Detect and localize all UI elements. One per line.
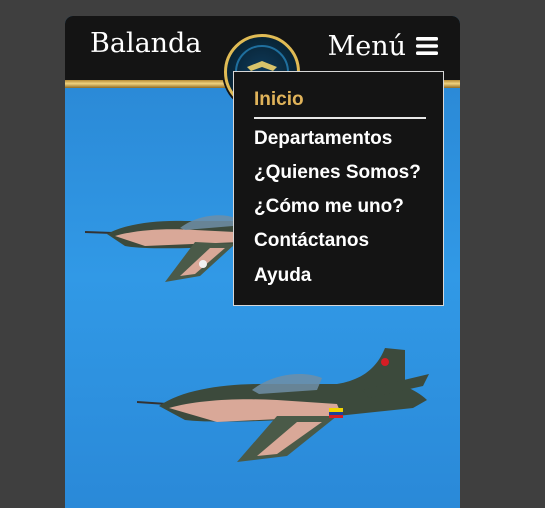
active-item-underline [254,117,426,119]
menu-toggle-button[interactable]: Menú [328,28,438,64]
nav-item-como-me-uno[interactable]: ¿Cómo me uno? [254,196,404,218]
nav-item-quienes-somos[interactable]: ¿Quienes Somos? [254,162,421,184]
nav-item-departamentos[interactable]: Departamentos [254,128,392,150]
nav-item-contactanos[interactable]: Contáctanos [254,230,369,252]
nav-item-ayuda[interactable]: Ayuda [254,265,311,287]
jet-aircraft-image [137,348,429,462]
menu-label: Menú [327,30,406,62]
hamburger-icon [416,37,438,55]
brand-title[interactable]: Balanda [90,28,201,59]
nav-item-inicio[interactable]: Inicio [254,89,304,111]
nav-dropdown-menu: Inicio Departamentos ¿Quienes Somos? ¿Có… [233,71,444,306]
